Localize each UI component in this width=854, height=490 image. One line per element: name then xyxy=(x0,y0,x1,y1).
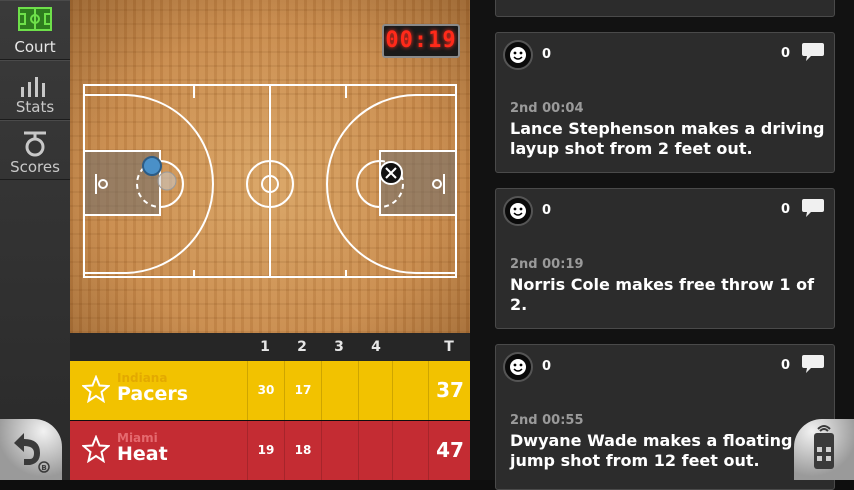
quarter-score xyxy=(358,361,395,420)
team-name: Pacers xyxy=(117,383,189,405)
sidebar: Court Stats Scores xyxy=(0,0,70,480)
quarter-header: 3 xyxy=(334,339,344,355)
quarter-header: 4 xyxy=(371,339,381,355)
feed-card[interactable]: 0 0 2nd 00:19 Norris Cole makes free thr… xyxy=(495,188,835,329)
shot-marker-missed[interactable] xyxy=(379,161,403,185)
comment-count: 0 xyxy=(780,358,790,373)
smiley-like-icon[interactable] xyxy=(503,196,533,226)
quarter-header: 1 xyxy=(260,339,270,355)
remote-button[interactable] xyxy=(794,419,854,480)
quarter-spacer xyxy=(392,361,429,420)
event-time: 2nd 00:55 xyxy=(510,413,584,428)
favorite-star-icon[interactable] xyxy=(82,435,110,463)
comment-bubble-icon[interactable] xyxy=(801,353,825,375)
scoreboard-header: 1 2 3 4 T xyxy=(70,333,470,361)
sidebar-item-label: Court xyxy=(14,38,56,56)
team-row-pacers[interactable]: Indiana Pacers 30 17 37 xyxy=(70,361,470,420)
quarter-score: 17 xyxy=(284,361,321,420)
like-count: 0 xyxy=(542,359,552,374)
comment-bubble-icon[interactable] xyxy=(801,41,825,63)
court-panel: 00:19 xyxy=(70,0,470,333)
total-header: T xyxy=(444,339,454,355)
quarter-spacer xyxy=(392,421,429,480)
quarter-score xyxy=(321,421,358,480)
sidebar-item-stats[interactable]: Stats xyxy=(0,60,70,120)
stats-icon xyxy=(21,77,45,97)
smiley-like-icon[interactable] xyxy=(503,40,533,70)
event-text: Norris Cole makes free throw 1 of 2. xyxy=(510,275,815,314)
comment-bubble-icon[interactable] xyxy=(801,197,825,219)
feed-card[interactable]: 0 0 2nd 00:04 Lance Stephenson makes a d… xyxy=(495,32,835,173)
court-diagram xyxy=(83,84,457,278)
comment-count: 0 xyxy=(780,202,790,217)
court-icon xyxy=(18,7,52,31)
play-by-play-feed[interactable]: 0 0 2nd 00:04 Lance Stephenson makes a d… xyxy=(470,0,854,490)
like-count: 0 xyxy=(542,47,552,62)
scoreboard: 1 2 3 4 T Indiana Pacers 30 17 37 Miami … xyxy=(70,333,470,480)
feed-card[interactable]: 0 0 2nd 00:55 Dwyane Wade makes a floati… xyxy=(495,344,835,490)
quarter-header: 2 xyxy=(297,339,307,355)
quarter-score: 18 xyxy=(284,421,321,480)
event-text: Dwyane Wade makes a floating jump shot f… xyxy=(510,431,793,470)
scores-icon xyxy=(24,131,46,157)
quarter-score: 30 xyxy=(247,361,284,420)
feed-card-partial[interactable] xyxy=(495,0,835,17)
team-name: Heat xyxy=(117,443,168,465)
sidebar-item-scores[interactable]: Scores xyxy=(0,120,70,180)
quarter-score: 19 xyxy=(247,421,284,480)
sidebar-item-court[interactable]: Court xyxy=(0,0,70,60)
shot-marker-faded xyxy=(157,171,177,191)
total-score: 47 xyxy=(428,421,471,480)
total-score: 37 xyxy=(428,361,471,420)
favorite-star-icon[interactable] xyxy=(82,375,110,403)
event-time: 2nd 00:19 xyxy=(510,257,584,272)
back-arrow-icon: B xyxy=(14,433,50,473)
event-time: 2nd 00:04 xyxy=(510,101,584,116)
svg-text:B: B xyxy=(41,464,46,472)
shot-marker-made[interactable] xyxy=(142,156,162,176)
back-button[interactable]: B xyxy=(0,419,62,480)
comment-count: 0 xyxy=(780,46,790,61)
sidebar-item-label: Scores xyxy=(10,158,60,176)
remote-icon xyxy=(814,425,834,469)
team-row-heat[interactable]: Miami Heat 19 18 47 xyxy=(70,421,470,480)
event-text: Lance Stephenson makes a driving layup s… xyxy=(510,119,825,158)
sidebar-item-label: Stats xyxy=(15,98,55,116)
quarter-score xyxy=(358,421,395,480)
quarter-score xyxy=(321,361,358,420)
smiley-like-icon[interactable] xyxy=(503,352,533,382)
like-count: 0 xyxy=(542,203,552,218)
